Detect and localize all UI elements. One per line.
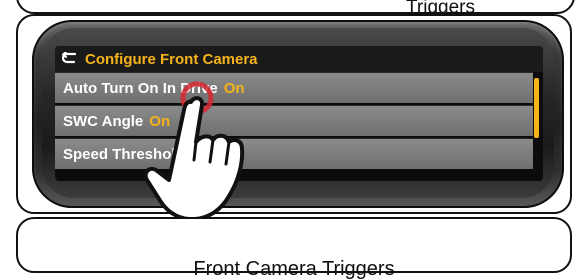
setting-label: Speed Threshold [63,145,185,163]
scrollbar[interactable] [534,78,539,138]
screen-header: Configure Front Camera [55,46,543,72]
device-frame-panel: Configure Front Camera Auto Turn On In D… [16,14,572,222]
setting-row-speed-threshold[interactable]: Speed Threshold MPH [55,138,533,169]
device-screen: Configure Front Camera Auto Turn On In D… [55,46,543,181]
setting-value: On [149,112,171,130]
setting-label: SWC Angle [63,112,144,130]
caption-text: Front Camera Triggers [193,258,395,280]
screen-title: Configure Front Camera [85,50,258,68]
setting-value: MPH [190,145,225,163]
setting-value: On [223,79,245,97]
setting-label: Auto Turn On In Drive [63,79,218,97]
previous-caption-panel: Triggers [16,0,575,17]
setting-row-auto-turn-on[interactable]: Auto Turn On In Drive On [55,72,533,103]
return-arrow-icon[interactable] [61,50,79,68]
setting-row-swc-angle[interactable]: SWC Angle On [55,105,533,136]
caption-panel: Front Camera Triggers [16,217,572,279]
